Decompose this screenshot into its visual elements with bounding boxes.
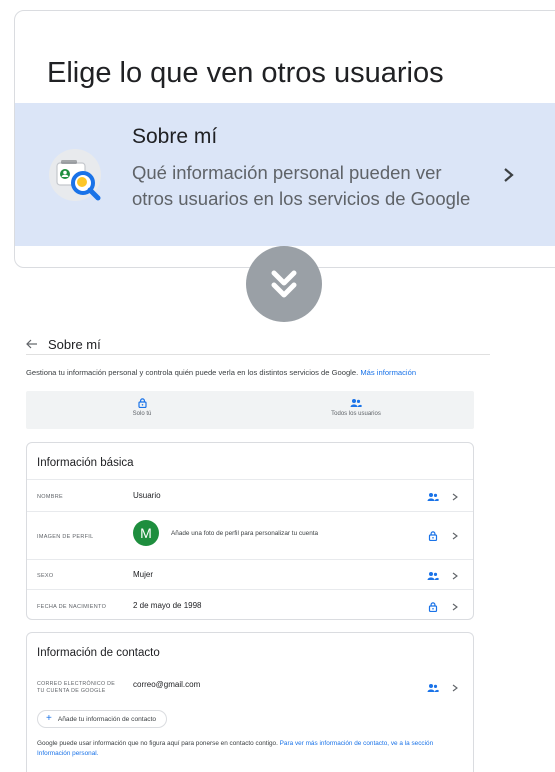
people-icon — [427, 684, 439, 692]
profile-search-icon — [49, 149, 109, 209]
people-icon — [427, 493, 439, 501]
intro-text: Gestiona tu información personal y contr… — [26, 368, 416, 377]
legend-everyone-label: Todos los usuarios — [331, 411, 381, 417]
more-info-link[interactable]: Más información — [360, 368, 416, 377]
about-me-card[interactable]: Sobre mí Qué información personal pueden… — [15, 103, 555, 246]
row-value: 2 de mayo de 1998 — [133, 601, 202, 610]
chevron-right-icon — [452, 603, 458, 611]
contact-note: Google puede usar información que no fig… — [37, 739, 457, 759]
header-divider — [26, 354, 490, 355]
page-header: Sobre mí — [26, 334, 101, 354]
about-me-heading: Sobre mí — [132, 125, 218, 148]
legend-only-you: Solo tú — [82, 398, 202, 417]
email-key: CORREO ELECTRÓNICO DE TU CUENTA DE GOOGL… — [37, 681, 115, 695]
contact-info-section: Información de contacto CORREO ELECTRÓNI… — [26, 632, 474, 772]
row-key: FECHA DE NACIMIENTO — [37, 604, 107, 610]
row-profile-picture[interactable]: IMAGEN DE PERFIL M Añade una foto de per… — [27, 511, 473, 559]
row-name[interactable]: NOMBRE Usuario — [27, 479, 473, 511]
avatar-hint: Añade una foto de perfil para personaliz… — [171, 530, 319, 537]
zoomed-card: Elige lo que ven otros usuarios Sobre mí… — [14, 10, 555, 268]
basic-info-section: Información básica NOMBRE Usuario IMAGEN… — [26, 442, 474, 620]
row-value: Mujer — [133, 570, 154, 579]
people-icon — [350, 399, 362, 407]
about-me-description: Qué información personal pueden ver otro… — [132, 162, 471, 209]
add-contact-info-label: Añade tu información de contacto — [57, 715, 157, 723]
row-value: Usuario — [133, 491, 161, 500]
row-key: NOMBRE — [37, 494, 63, 500]
avatar[interactable]: M — [133, 520, 159, 546]
chevron-right-icon — [452, 493, 458, 501]
row-key: SEXO — [37, 573, 54, 579]
chevron-right-icon[interactable] — [452, 684, 458, 692]
email-value: correo@gmail.com — [133, 680, 201, 689]
lock-icon — [428, 602, 438, 612]
legend-everyone: Todos los usuarios — [296, 398, 416, 417]
zoomed-section-title: Elige lo que ven otros usuarios — [47, 57, 444, 89]
double-chevron-down-icon — [271, 270, 297, 298]
chevron-right-icon — [504, 168, 514, 182]
lock-icon — [428, 531, 438, 541]
email-key-line1: CORREO ELECTRÓNICO DE — [37, 681, 116, 687]
row-key: IMAGEN DE PERFIL — [37, 534, 94, 540]
back-arrow-icon[interactable] — [26, 338, 38, 350]
lock-icon — [137, 398, 147, 408]
chevron-right-icon — [452, 572, 458, 580]
visibility-legend: Solo tú Todos los usuarios — [26, 391, 474, 429]
chevron-right-icon — [452, 532, 458, 540]
basic-info-title: Información básica — [37, 457, 134, 469]
scroll-down-indicator — [246, 246, 322, 322]
contact-info-title: Información de contacto — [37, 647, 160, 659]
page-title: Sobre mí — [48, 336, 101, 352]
row-birthday[interactable]: FECHA DE NACIMIENTO 2 de mayo de 1998 — [27, 589, 473, 620]
contact-note-text: Google puede usar información que no fig… — [37, 740, 278, 747]
row-gender[interactable]: SEXO Mujer — [27, 559, 473, 589]
email-key-line2: TU CUENTA DE GOOGLE — [37, 688, 106, 694]
plus-icon: + — [46, 713, 52, 724]
people-icon — [427, 572, 439, 580]
intro-description: Gestiona tu información personal y contr… — [26, 368, 359, 377]
add-contact-info-button[interactable]: + Añade tu información de contacto — [37, 710, 168, 728]
legend-only-you-label: Solo tú — [132, 411, 152, 417]
